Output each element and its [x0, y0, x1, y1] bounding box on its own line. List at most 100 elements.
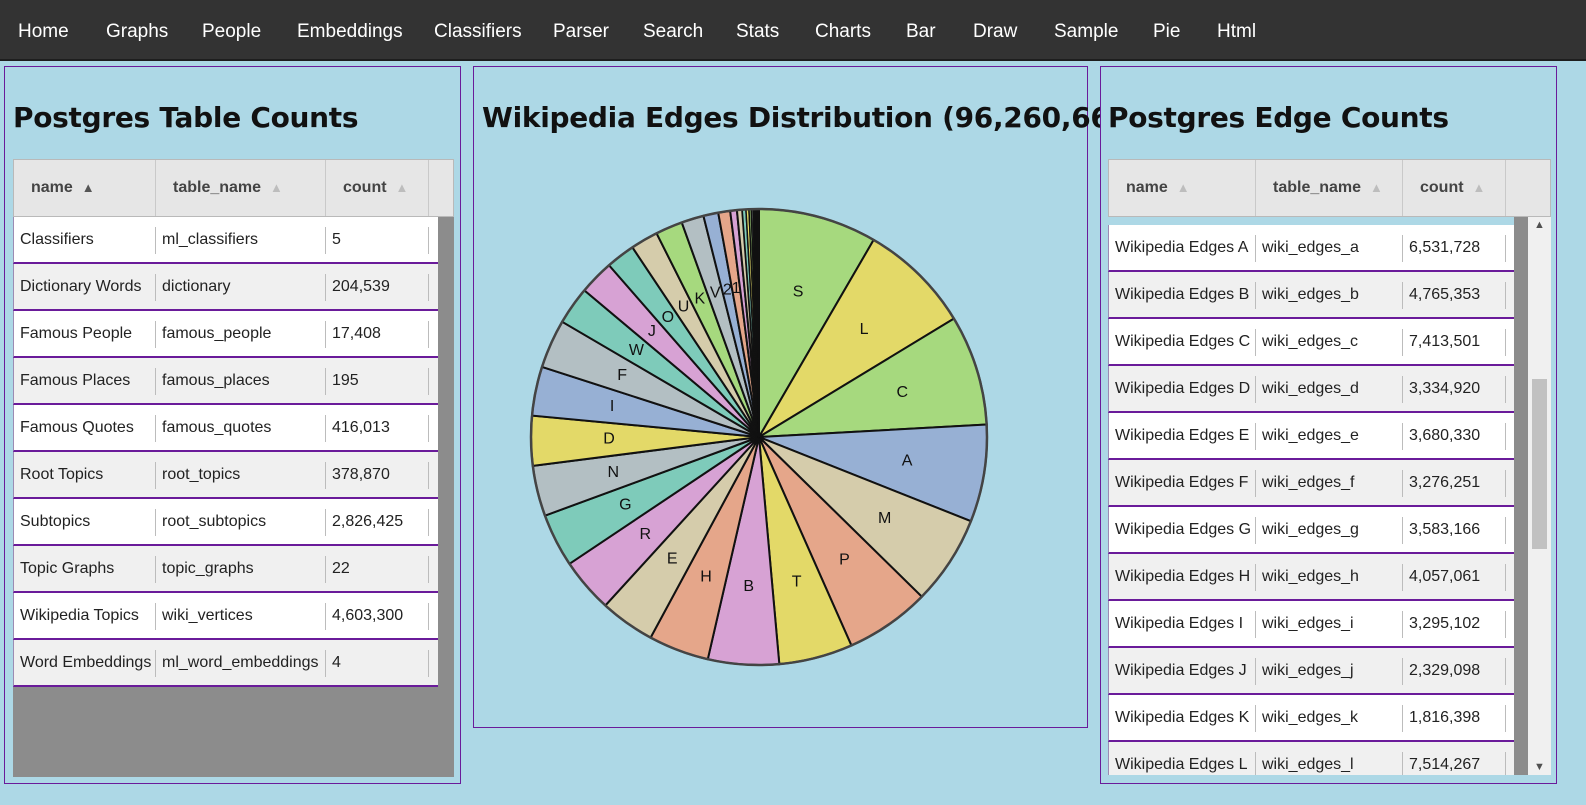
pie-slice-label: M [878, 510, 891, 527]
cell-separator [1505, 564, 1506, 591]
pie-slice-label: H [700, 569, 712, 586]
table-cell-table-name: wiki_edges_a [1262, 239, 1359, 256]
table-cell-name: Root Topics [20, 466, 104, 483]
table-row[interactable]: Wikipedia Edges J wiki_edges_j 2,329,098 [1108, 648, 1514, 695]
pie-title: Wikipedia Edges Distribution (96,260,661… [482, 101, 1142, 134]
table-row[interactable]: Wikipedia Edges K wiki_edges_k 1,816,398 [1108, 695, 1514, 742]
table-row[interactable]: Wikipedia Edges D wiki_edges_d 3,334,920 [1108, 366, 1514, 413]
table-row[interactable]: Wikipedia Edges H wiki_edges_h 4,057,061 [1108, 554, 1514, 601]
table-row[interactable]: Wikipedia Edges B wiki_edges_b 4,765,353 [1108, 272, 1514, 319]
pie-slice-label: G [619, 496, 631, 513]
table-cell-name: Famous People [20, 325, 133, 342]
table-row[interactable]: Wikipedia Edges I wiki_edges_i 3,295,102 [1108, 601, 1514, 648]
nav-item-graphs[interactable]: Graphs [106, 0, 168, 61]
column-label: table_name [173, 179, 262, 196]
column-header-name[interactable]: name ▲ [1109, 160, 1256, 216]
table-row[interactable]: Wikipedia Edges A wiki_edges_a 6,531,728 [1108, 225, 1514, 272]
edge-counts-scrollbar[interactable]: ▲ ▼ [1514, 217, 1551, 775]
table-row[interactable]: Famous People famous_people 17,408 [13, 311, 438, 358]
edge-counts-body: Wikipedia Edges Awiki_edges_a 6,531,728 Wi… [1108, 217, 1514, 775]
pie-chart: SLCAMPTBHERGNDIFWJOU K V 2 1 [529, 207, 989, 667]
table-cell-table-name: wiki_edges_c [1262, 333, 1359, 350]
column-header-count[interactable]: count ▲ [1403, 160, 1506, 216]
nav-item-search[interactable]: Search [643, 0, 703, 61]
cell-separator [1505, 658, 1506, 685]
nav-item-home[interactable]: Home [18, 0, 69, 61]
nav-item-embeddings[interactable]: Embeddings [297, 0, 403, 61]
table-cell-count: 4,057,061 [1409, 568, 1481, 585]
table-cell-name: Subtopics [20, 513, 91, 530]
pie-slice-label: K [694, 290, 705, 307]
pie-slice-label: R [640, 526, 652, 543]
pie-slice-label: I [610, 398, 614, 415]
cell-separator [428, 556, 429, 583]
table-cell-count: 22 [332, 560, 350, 577]
cell-separator [428, 227, 429, 254]
nav-item-parser[interactable]: Parser [553, 0, 609, 61]
table-cell-count: 416,013 [332, 419, 390, 436]
table-row[interactable]: Classifiers ml_classifiers 5 [13, 217, 438, 264]
table-row[interactable]: Wikipedia Edges E wiki_edges_e 3,680,330 [1108, 413, 1514, 460]
table-row[interactable]: Word Embeddings ml_word_embeddings 4 [13, 640, 438, 687]
column-header-table-name[interactable]: table_name ▲ [156, 160, 326, 216]
pie-slice-label: W [629, 342, 645, 359]
column-header-table-name[interactable]: table_name ▲ [1256, 160, 1403, 216]
table-row[interactable]: Root Topics root_topics 378,870 [13, 452, 438, 499]
table-cell-table-name: famous_quotes [162, 419, 272, 436]
table-row[interactable]: Wikipedia Edges F wiki_edges_f 3,276,251 [1108, 460, 1514, 507]
table-row[interactable]: Famous Places famous_places 195 [13, 358, 438, 405]
nav-item-people[interactable]: People [202, 0, 261, 61]
column-header-count[interactable]: count ▲ [326, 160, 429, 216]
table-cell-name: Wikipedia Edges D [1115, 380, 1251, 397]
cell-separator [1505, 282, 1506, 309]
pie-slice-label: B [743, 578, 754, 595]
table-row[interactable]: Topic Graphs topic_graphs 22 [13, 546, 438, 593]
nav-item-classifiers[interactable]: Classifiers [434, 0, 522, 61]
nav-item-bar[interactable]: Bar [906, 0, 936, 61]
scroll-up-icon[interactable]: ▲ [1528, 219, 1551, 231]
sort-icon: ▲ [1176, 180, 1190, 195]
table-row[interactable]: Subtopics root_subtopics 2,826,425 [13, 499, 438, 546]
cell-separator [428, 462, 429, 489]
table-cell-table-name: wiki_vertices [162, 607, 253, 624]
scroll-down-icon[interactable]: ▼ [1528, 761, 1551, 773]
table-cell-count: 378,870 [332, 466, 390, 483]
column-label: count [343, 179, 387, 196]
table-cell-count: 3,334,920 [1409, 380, 1481, 397]
scroll-thumb[interactable] [1532, 379, 1547, 549]
pie-slice-label: O [662, 309, 674, 326]
table-cell-table-name: wiki_edges_g [1262, 521, 1359, 538]
table-row[interactable]: Wikipedia Topics wiki_vertices 4,603,300 [13, 593, 438, 640]
table-cell-table-name: famous_people [162, 325, 272, 342]
table-cell-count: 3,680,330 [1409, 427, 1481, 444]
table-cell-name: Wikipedia Edges F [1115, 474, 1249, 491]
table-row[interactable]: Wikipedia Edges C wiki_edges_c 7,413,501 [1108, 319, 1514, 366]
table-cell-name: Wikipedia Edges H [1115, 568, 1251, 585]
table-cell-table-name: ml_classifiers [162, 231, 259, 248]
column-label: name [1126, 179, 1168, 196]
nav-item-stats[interactable]: Stats [736, 0, 779, 61]
cell-separator [1505, 705, 1506, 732]
table-counts-title: Postgres Table Counts [13, 101, 359, 134]
nav-item-sample[interactable]: Sample [1054, 0, 1118, 61]
column-label: table_name [1273, 179, 1362, 196]
table-row[interactable]: Famous Quotes famous_quotes 416,013 [13, 405, 438, 452]
table-row[interactable]: Dictionary Words dictionary 204,539 [13, 264, 438, 311]
pie-slice-label: C [897, 384, 909, 401]
nav-item-html[interactable]: Html [1217, 0, 1256, 61]
cell-separator [428, 415, 429, 442]
table-cell-count: 4,603,300 [332, 607, 404, 624]
table-cell-name: Wikipedia Edges I [1115, 615, 1244, 632]
table-cell-count: 2,826,425 [332, 513, 404, 530]
table-row[interactable]: Wikipedia Edges G wiki_edges_g 3,583,166 [1108, 507, 1514, 554]
table-cell-table-name: root_subtopics [162, 513, 267, 530]
nav-item-charts[interactable]: Charts [815, 0, 871, 61]
nav-item-draw[interactable]: Draw [973, 0, 1017, 61]
cell-separator [428, 321, 429, 348]
table-cell-table-name: wiki_edges_f [1262, 474, 1355, 491]
column-header-name[interactable]: name ▲ [14, 160, 156, 216]
table-cell-table-name: root_topics [162, 466, 241, 483]
table-row[interactable]: Wikipedia Edges L wiki_edges_l 7,514,267 [1108, 742, 1514, 775]
nav-item-pie[interactable]: Pie [1153, 0, 1180, 61]
pie-slice-label: S [793, 283, 804, 300]
